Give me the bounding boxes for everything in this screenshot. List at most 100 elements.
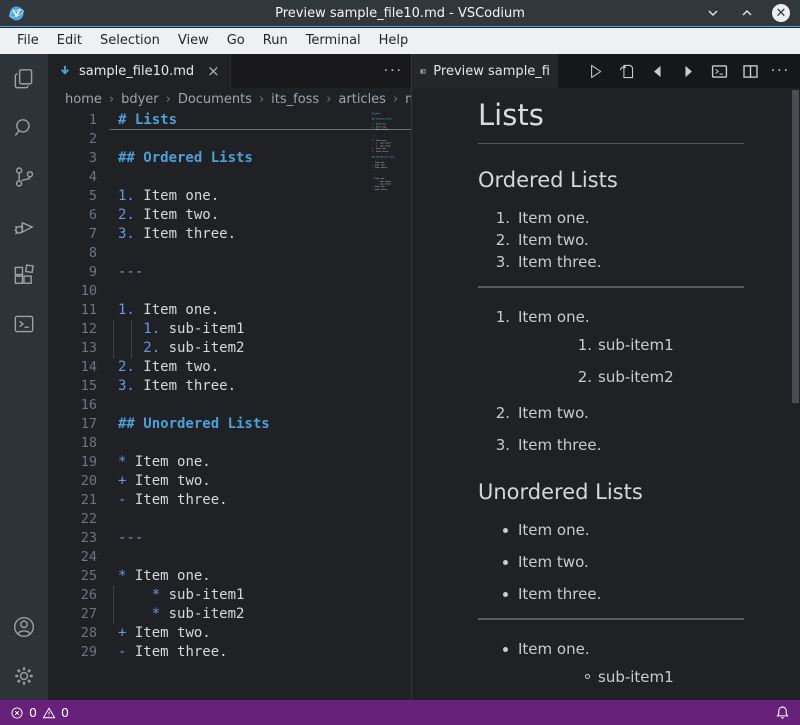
menu-item-selection[interactable]: Selection bbox=[91, 28, 169, 54]
accounts-icon[interactable] bbox=[0, 602, 48, 651]
code-area[interactable]: # Lists## Ordered Lists1. Item one.2. It… bbox=[110, 110, 411, 700]
code-line[interactable] bbox=[110, 282, 411, 301]
bell-icon[interactable] bbox=[775, 705, 790, 720]
code-line[interactable]: - Item three. bbox=[110, 491, 411, 510]
breadcrumb-segment[interactable]: home bbox=[65, 92, 102, 107]
code-line[interactable]: * sub-item1 bbox=[110, 586, 411, 605]
nested-list-item: 1.sub-item1 bbox=[518, 334, 744, 356]
list-item-text: Item three. bbox=[518, 585, 601, 603]
code-line[interactable]: * sub-item2 bbox=[110, 605, 411, 624]
indent-guide bbox=[113, 605, 114, 624]
search-icon[interactable] bbox=[0, 103, 48, 152]
menu-item-edit[interactable]: Edit bbox=[48, 28, 91, 54]
code-line[interactable] bbox=[110, 548, 411, 567]
title-bar[interactable]: Preview sample_file10.md - VSCodium ✕ bbox=[0, 0, 800, 27]
code-line[interactable]: + Item two. bbox=[110, 624, 411, 643]
code-line[interactable]: 1. Item one. bbox=[110, 301, 411, 320]
bullet-icon bbox=[503, 528, 508, 533]
more-actions-icon[interactable]: ··· bbox=[384, 54, 403, 88]
line-number: 10 bbox=[48, 282, 110, 301]
menu-item-view[interactable]: View bbox=[169, 28, 218, 54]
explorer-icon[interactable] bbox=[0, 54, 48, 103]
code-line[interactable] bbox=[110, 130, 411, 149]
code-line[interactable] bbox=[110, 396, 411, 415]
breadcrumb-separator: › bbox=[259, 92, 264, 107]
line-number: 16 bbox=[48, 396, 110, 415]
list-item: Item one.sub-item1sub-item2 bbox=[478, 638, 744, 700]
minimap[interactable]: # Lists## Ordered Lists1. Item one.2. It… bbox=[372, 112, 402, 237]
next-icon[interactable] bbox=[678, 60, 700, 82]
code-line[interactable]: * Item one. bbox=[110, 567, 411, 586]
preview-toolbar: ··· bbox=[558, 54, 800, 88]
tab-sample-file10[interactable]: sample_file10.md × bbox=[48, 54, 231, 88]
vscodium-window: Preview sample_file10.md - VSCodium ✕ Fi… bbox=[0, 0, 800, 725]
code-line[interactable]: 3. Item three. bbox=[110, 377, 411, 396]
code-line[interactable]: --- bbox=[110, 529, 411, 548]
code-line[interactable]: - Item three. bbox=[110, 643, 411, 662]
close-icon[interactable]: ✕ bbox=[772, 4, 790, 22]
code-line[interactable]: ## Unordered Lists bbox=[110, 415, 411, 434]
menu-item-go[interactable]: Go bbox=[218, 28, 254, 54]
line-number: 13 bbox=[48, 339, 110, 358]
code-line[interactable]: - Item three. bbox=[372, 188, 376, 191]
code-line[interactable] bbox=[110, 510, 411, 529]
run-and-debug-icon[interactable] bbox=[0, 201, 48, 250]
breadcrumb-separator: › bbox=[109, 92, 114, 107]
problems-status[interactable]: 0 0 bbox=[10, 705, 69, 720]
code-line[interactable] bbox=[110, 434, 411, 453]
tab-label: sample_file10.md bbox=[79, 64, 194, 79]
code-line[interactable]: 3. Item three. bbox=[110, 225, 411, 244]
line-number: 7 bbox=[48, 225, 110, 244]
code-line[interactable] bbox=[110, 244, 411, 263]
minimize-icon[interactable] bbox=[704, 4, 722, 22]
breadcrumb-segment[interactable]: articles bbox=[338, 92, 386, 107]
menu-item-file[interactable]: File bbox=[8, 28, 48, 54]
preview-scrollbar[interactable] bbox=[792, 90, 799, 403]
line-number: 19 bbox=[48, 453, 110, 472]
extensions-icon[interactable] bbox=[0, 250, 48, 299]
breadcrumb-segment[interactable]: its_foss bbox=[271, 92, 319, 107]
open-preview-icon bbox=[420, 64, 426, 79]
code-line[interactable]: * Item one. bbox=[110, 453, 411, 472]
tab-close-icon[interactable]: × bbox=[207, 62, 220, 80]
split-editor-icon[interactable] bbox=[740, 60, 762, 82]
menu-item-help[interactable]: Help bbox=[370, 28, 418, 54]
previous-icon[interactable] bbox=[647, 60, 669, 82]
code-line[interactable]: 1. sub-item1 bbox=[110, 320, 411, 339]
code-line[interactable]: 2. Item two. bbox=[110, 206, 411, 225]
settings-gear-icon[interactable] bbox=[0, 651, 48, 700]
tab-preview[interactable]: Preview sample_fi bbox=[412, 54, 558, 88]
menu-item-run[interactable]: Run bbox=[254, 28, 297, 54]
breadcrumb-segment[interactable]: bdyer bbox=[121, 92, 159, 107]
preview-hr bbox=[478, 286, 744, 288]
list-item: 1.Item one. bbox=[478, 207, 744, 229]
list-number: 1. bbox=[478, 207, 510, 229]
code-line[interactable]: + Item two. bbox=[110, 472, 411, 491]
preview-content: ListsOrdered Lists1.Item one.2.Item two.… bbox=[478, 98, 744, 700]
line-number: 14 bbox=[48, 358, 110, 377]
code-line[interactable]: # Lists bbox=[110, 111, 411, 130]
list-item-text: Item two. bbox=[518, 553, 589, 571]
line-number: 25 bbox=[48, 567, 110, 586]
code-line[interactable]: 1. Item one. bbox=[110, 187, 411, 206]
maximize-icon[interactable] bbox=[738, 4, 756, 22]
line-number: 8 bbox=[48, 244, 110, 263]
code-line[interactable]: --- bbox=[110, 263, 411, 282]
code-line[interactable] bbox=[110, 168, 411, 187]
list-item: 3.Item three. bbox=[478, 434, 744, 456]
terminal-box-icon[interactable] bbox=[0, 299, 48, 348]
source-control-icon[interactable] bbox=[0, 152, 48, 201]
code-line[interactable]: 2. sub-item2 bbox=[110, 339, 411, 358]
run-icon[interactable] bbox=[585, 60, 607, 82]
code-line[interactable]: ## Ordered Lists bbox=[110, 149, 411, 168]
code-editor[interactable]: 1234567891011121314151617181920212223242… bbox=[48, 110, 411, 700]
preview-ol-list: 1.Item one.1.sub-item12.sub-item22.Item … bbox=[478, 306, 744, 456]
code-line[interactable]: 2. Item two. bbox=[110, 358, 411, 377]
open-changes-icon[interactable] bbox=[616, 60, 638, 82]
markdown-preview[interactable]: ListsOrdered Lists1.Item one.2.Item two.… bbox=[412, 88, 800, 700]
bullet-icon bbox=[503, 647, 508, 652]
toggle-terminal-icon[interactable] bbox=[709, 60, 731, 82]
more-actions-icon[interactable]: ··· bbox=[771, 63, 790, 79]
menu-item-terminal[interactable]: Terminal bbox=[297, 28, 370, 54]
breadcrumb-segment[interactable]: Documents bbox=[178, 92, 252, 107]
